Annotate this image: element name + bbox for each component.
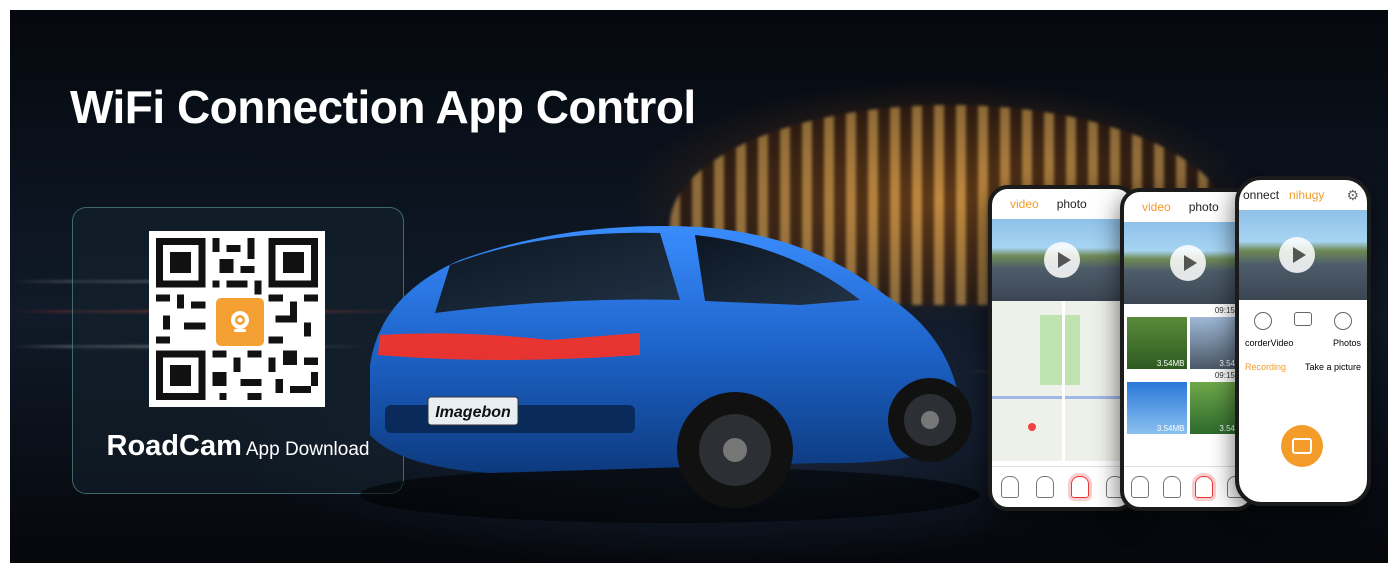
recording-label: Recording bbox=[1245, 362, 1287, 372]
car-illustration: Imagebon bbox=[360, 225, 980, 523]
headline: WiFi Connection App Control bbox=[70, 81, 696, 133]
capture-button[interactable] bbox=[1281, 425, 1323, 467]
tab-connect[interactable]: onnect bbox=[1243, 188, 1279, 202]
nav-icon-active[interactable] bbox=[1070, 476, 1089, 498]
tab-brand[interactable]: nihugy bbox=[1289, 188, 1324, 202]
map-pin-icon bbox=[1028, 423, 1036, 431]
bottom-nav bbox=[992, 466, 1132, 507]
timestamp: 09:15:50 bbox=[1214, 306, 1246, 315]
tab-video[interactable]: video bbox=[1010, 197, 1039, 211]
tab-photo[interactable]: photo bbox=[1189, 200, 1219, 214]
file-size: 3.54MB bbox=[1156, 359, 1185, 368]
photos-label: Photos bbox=[1332, 338, 1361, 348]
play-icon[interactable] bbox=[1279, 237, 1315, 273]
thumbnail[interactable]: 3.54MB bbox=[1127, 317, 1187, 369]
video-preview[interactable] bbox=[1239, 210, 1367, 300]
record-icon[interactable] bbox=[1254, 312, 1272, 330]
camera-icon bbox=[1292, 438, 1312, 454]
phone-mockup-1: video photo bbox=[988, 185, 1136, 511]
nav-icon[interactable] bbox=[1131, 476, 1149, 498]
video-preview[interactable] bbox=[992, 219, 1132, 301]
nav-icon-active[interactable] bbox=[1195, 476, 1213, 498]
timestamp: 09:15:20 bbox=[1214, 371, 1246, 380]
tab-photo[interactable]: photo bbox=[1057, 197, 1087, 211]
gear-icon[interactable]: ⚙ bbox=[1346, 187, 1359, 204]
record-video-label: corderVideo bbox=[1245, 338, 1294, 348]
video-preview[interactable] bbox=[1124, 222, 1252, 304]
qr-code[interactable] bbox=[149, 231, 325, 407]
camera-icon[interactable] bbox=[1294, 312, 1312, 326]
file-size: 3.54MB bbox=[1156, 424, 1185, 433]
app-name: RoadCam bbox=[106, 430, 242, 462]
phone-mockup-3: onnect nihugy ⚙ corderVideo Photos Recor… bbox=[1235, 176, 1371, 506]
map-view[interactable] bbox=[992, 301, 1132, 461]
tab-video[interactable]: video bbox=[1142, 200, 1171, 214]
license-plate: Imagebon bbox=[435, 404, 511, 421]
play-icon[interactable] bbox=[1044, 242, 1080, 278]
promo-banner: WiFi Connection App Control RoadCam App … bbox=[10, 10, 1388, 563]
camera-app-icon bbox=[213, 295, 267, 349]
nav-icon[interactable] bbox=[1163, 476, 1181, 498]
photos-icon[interactable] bbox=[1334, 312, 1352, 330]
bottom-nav bbox=[1124, 466, 1252, 507]
take-picture-label: Take a picture bbox=[1304, 362, 1361, 372]
thumbnail[interactable]: 3.54MB bbox=[1127, 382, 1187, 434]
nav-icon[interactable] bbox=[1035, 476, 1054, 498]
nav-icon[interactable] bbox=[1000, 476, 1019, 498]
play-icon[interactable] bbox=[1170, 245, 1206, 281]
